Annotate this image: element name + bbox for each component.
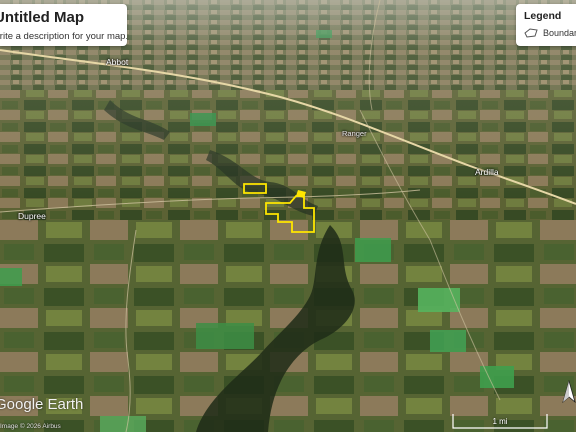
scale-bar-label: 1 mi bbox=[492, 417, 508, 426]
place-label-ardilla: Ardilla bbox=[475, 167, 499, 177]
google-earth-logo: Google Earth bbox=[0, 396, 84, 413]
legend-panel: Legend Boundary bbox=[516, 4, 576, 46]
satellite-map[interactable] bbox=[0, 0, 576, 432]
legend-title: Legend bbox=[524, 10, 562, 22]
map-info-card[interactable]: Untitled Map Write a description for you… bbox=[0, 4, 127, 46]
place-label-dupree: Dupree bbox=[18, 211, 46, 221]
place-label-ranger: Ranger bbox=[342, 129, 367, 138]
imagery-copyright: Image © 2026 Airbus bbox=[0, 423, 61, 430]
north-arrow-icon[interactable] bbox=[562, 380, 576, 410]
polygon-outline-icon bbox=[524, 28, 538, 38]
place-label-abbot: Abbot bbox=[106, 57, 129, 67]
scale-bar: 1 mi bbox=[452, 412, 548, 430]
map-title[interactable]: Untitled Map bbox=[0, 9, 84, 26]
map-description[interactable]: Write a description for your map. bbox=[0, 31, 127, 42]
legend-item-label: Boundary bbox=[543, 28, 576, 38]
